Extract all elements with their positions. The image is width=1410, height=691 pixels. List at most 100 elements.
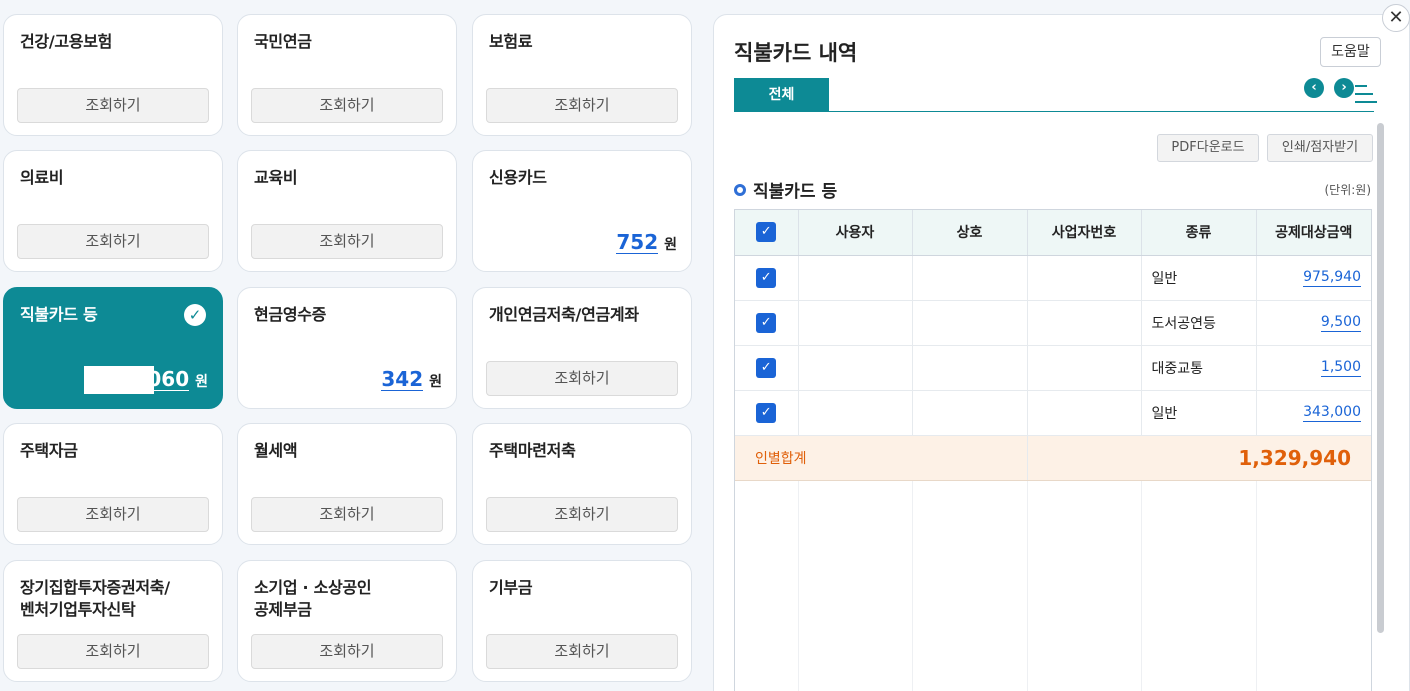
column-header-deductible-amount: 공제대상금액	[1256, 210, 1371, 256]
card-national-pension[interactable]: 국민연금 조회하기	[237, 14, 457, 136]
card-title: 장기집합투자증권저축/ 벤처기업투자신탁	[20, 578, 170, 619]
card-personal-pension[interactable]: 개인연금저축/연금계좌 조회하기	[472, 287, 692, 409]
lookup-button[interactable]: 조회하기	[17, 497, 209, 532]
total-value: 1,329,940	[1027, 435, 1371, 481]
table-row: ✓ 도서공연등 9,500	[735, 300, 1371, 346]
lookup-button[interactable]: 조회하기	[486, 497, 678, 532]
row-checkbox[interactable]: ✓	[756, 312, 777, 333]
card-title: 직불카드 등	[20, 305, 98, 324]
column-divider	[798, 481, 799, 691]
help-button[interactable]: 도움말	[1320, 37, 1381, 67]
row-type: 일반	[1141, 255, 1257, 301]
amount-link[interactable]: 342	[381, 368, 424, 391]
panel-title: 직불카드 내역	[734, 41, 858, 65]
tab-all[interactable]: 전체	[734, 78, 829, 112]
select-all-checkbox[interactable]: ✓	[756, 222, 777, 243]
lookup-button[interactable]: 조회하기	[251, 224, 443, 259]
row-checkbox[interactable]: ✓	[756, 357, 777, 378]
column-divider	[912, 481, 913, 691]
total-label: 인별합계	[735, 435, 1028, 481]
lookup-button[interactable]: 조회하기	[251, 497, 443, 532]
amount-link[interactable]: 752	[616, 231, 659, 254]
lookup-button[interactable]: 조회하기	[17, 634, 209, 669]
amount-unit: 원	[664, 237, 677, 253]
lookup-button[interactable]: 조회하기	[486, 88, 678, 123]
lookup-button[interactable]: 조회하기	[17, 88, 209, 123]
debit-card-detail-panel: 직불카드 내역 도움말 전체 ‹ › PDF다운로드 인쇄/점자받기 직불카드 …	[713, 14, 1410, 691]
column-header-store: 상호	[912, 210, 1028, 256]
column-divider	[1027, 481, 1028, 691]
lookup-button[interactable]: 조회하기	[251, 634, 443, 669]
lookup-button[interactable]: 조회하기	[251, 88, 443, 123]
card-title: 건강/고용보험	[20, 32, 113, 51]
column-divider	[1256, 481, 1257, 691]
table-row: ✓ 대중교통 1,500	[735, 345, 1371, 391]
row-type: 대중교통	[1141, 345, 1257, 391]
card-housing-savings[interactable]: 주택마련저축 조회하기	[472, 423, 692, 545]
table-row: ✓ 일반 343,000	[735, 390, 1371, 436]
card-small-business-mutual-aid[interactable]: 소기업 · 소상공인 공제부금 조회하기	[237, 560, 457, 682]
card-title: 의료비	[20, 168, 64, 187]
card-debit-card[interactable]: 직불카드 등 ✓ 060 원	[3, 287, 223, 409]
chevron-left-icon[interactable]: ‹	[1304, 78, 1324, 98]
card-title: 교육비	[254, 168, 298, 187]
card-title: 월세액	[254, 441, 298, 460]
card-amount: 060 원	[147, 368, 208, 391]
close-icon[interactable]: ✕	[1382, 4, 1410, 32]
column-divider	[1141, 481, 1142, 691]
unit-label: (단위:원)	[1324, 183, 1371, 197]
card-amount: 342 원	[381, 368, 442, 391]
row-checkbox[interactable]: ✓	[756, 402, 777, 423]
lookup-button[interactable]: 조회하기	[486, 361, 678, 396]
row-amount-link[interactable]: 975,940	[1303, 269, 1361, 287]
card-title: 소기업 · 소상공인 공제부금	[254, 578, 372, 619]
card-amount: 752 원	[616, 231, 677, 254]
lookup-button[interactable]: 조회하기	[17, 224, 209, 259]
tab-bar: 전체 ‹ ›	[734, 78, 1374, 112]
print-braille-button[interactable]: 인쇄/점자받기	[1267, 134, 1373, 162]
row-amount-link[interactable]: 9,500	[1320, 314, 1361, 332]
card-donation[interactable]: 기부금 조회하기	[472, 560, 692, 682]
check-icon: ✓	[184, 304, 206, 326]
card-credit-card[interactable]: 신용카드 752 원	[472, 150, 692, 272]
masked-amount	[84, 366, 154, 394]
row-amount-link[interactable]: 343,000	[1303, 404, 1361, 422]
card-monthly-rent[interactable]: 월세액 조회하기	[237, 423, 457, 545]
card-title: 개인연금저축/연금계좌	[489, 305, 639, 324]
total-row: 인별합계 1,329,940	[735, 435, 1371, 481]
card-insurance-premium[interactable]: 보험료 조회하기	[472, 14, 692, 136]
chevron-right-icon[interactable]: ›	[1334, 78, 1354, 98]
pdf-download-button[interactable]: PDF다운로드	[1157, 134, 1259, 162]
section-title-text: 직불카드 등	[753, 182, 838, 202]
table-header-row: ✓ 사용자 상호 사업자번호 종류 공제대상금액	[735, 210, 1371, 256]
vertical-scrollbar[interactable]	[1377, 123, 1384, 633]
card-cash-receipt[interactable]: 현금영수증 342 원	[237, 287, 457, 409]
amount-unit: 원	[195, 374, 208, 390]
card-medical-expense[interactable]: 의료비 조회하기	[3, 150, 223, 272]
card-education-expense[interactable]: 교육비 조회하기	[237, 150, 457, 272]
card-health-employment-insurance[interactable]: 건강/고용보험 조회하기	[3, 14, 223, 136]
table-row: ✓ 일반 975,940	[735, 255, 1371, 301]
card-housing-fund[interactable]: 주택자금 조회하기	[3, 423, 223, 545]
section-title: 직불카드 등	[734, 177, 837, 202]
card-title: 신용카드	[489, 168, 547, 187]
row-amount-link[interactable]: 1,500	[1320, 359, 1361, 377]
card-title: 주택마련저축	[489, 441, 576, 460]
row-checkbox[interactable]: ✓	[756, 267, 777, 288]
card-title: 보험료	[489, 32, 533, 51]
row-type: 일반	[1141, 390, 1257, 436]
deduction-card-grid: 건강/고용보험 조회하기 국민연금 조회하기 보험료 조회하기 의료비 조회하기…	[0, 0, 700, 691]
column-header-business-number: 사업자번호	[1027, 210, 1142, 256]
card-title: 현금영수증	[254, 305, 327, 324]
column-header-user: 사용자	[798, 210, 913, 256]
lookup-button[interactable]: 조회하기	[486, 634, 678, 669]
card-title: 기부금	[489, 578, 533, 597]
select-all-cell[interactable]: ✓	[735, 210, 799, 256]
menu-icon[interactable]	[1355, 85, 1377, 105]
card-long-term-investment[interactable]: 장기집합투자증권저축/ 벤처기업투자신탁 조회하기	[3, 560, 223, 682]
row-type: 도서공연등	[1141, 300, 1257, 346]
card-title: 주택자금	[20, 441, 78, 460]
amount-link[interactable]: 060	[147, 368, 190, 391]
circle-bullet-icon	[734, 183, 746, 196]
column-header-type: 종류	[1141, 210, 1257, 256]
